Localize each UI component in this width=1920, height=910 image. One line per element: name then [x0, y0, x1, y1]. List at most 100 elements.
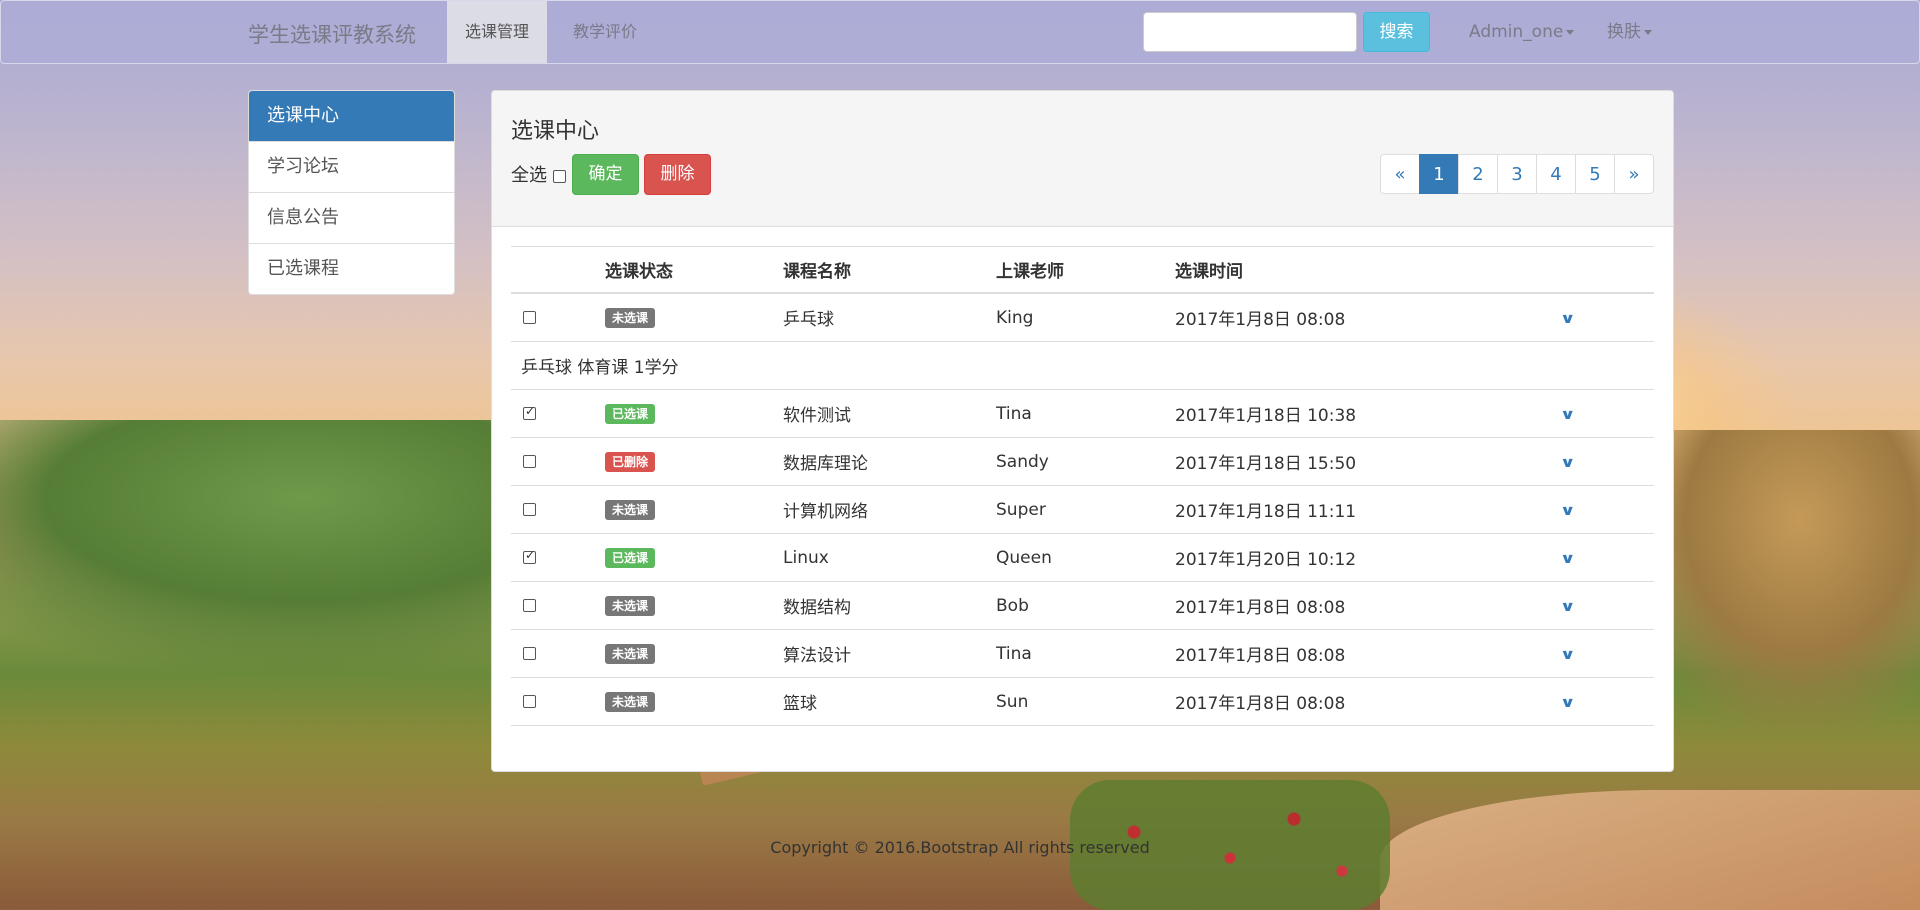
row-checkbox[interactable]	[523, 647, 536, 660]
row-expand-cell: ∨	[1560, 629, 1654, 678]
chevron-down-icon[interactable]: ∨	[1560, 695, 1576, 711]
chevron-down-icon[interactable]: ∨	[1560, 599, 1576, 615]
row-time: 2017年1月18日 15:50	[1175, 437, 1562, 486]
table-row[interactable]: 未选课 算法设计 Tina 2017年1月8日 08:08 ∨	[511, 629, 1654, 678]
select-all[interactable]: 全选	[511, 161, 566, 187]
pagination-page-4[interactable]: 4	[1536, 154, 1576, 194]
row-teacher: Tina	[996, 629, 1175, 678]
row-expand-cell: ∨	[1560, 485, 1654, 534]
user-menu-label: Admin_one	[1469, 22, 1564, 42]
row-select-cell	[511, 389, 605, 438]
row-course-name: Linux	[783, 533, 996, 582]
header-status: 选课状态	[605, 246, 783, 294]
row-time: 2017年1月8日 08:08	[1175, 293, 1562, 342]
row-teacher: Sun	[996, 677, 1175, 726]
header-time: 选课时间	[1175, 246, 1562, 294]
pagination-prev[interactable]: «	[1380, 154, 1420, 194]
row-teacher: Bob	[996, 581, 1175, 630]
row-status-cell: 未选课	[605, 485, 783, 534]
panel-heading: 选课中心 全选 确定 删除 « 1 2 3 4 5 »	[492, 91, 1673, 227]
brand-title[interactable]: 学生选课评教系统	[248, 19, 416, 49]
row-select-cell	[511, 629, 605, 678]
user-menu-dropdown[interactable]: Admin_one	[1469, 1, 1575, 63]
row-checkbox[interactable]	[523, 455, 536, 468]
table-row[interactable]: 未选课 篮球 Sun 2017年1月8日 08:08 ∨	[511, 677, 1654, 726]
confirm-button[interactable]: 确定	[572, 154, 639, 195]
row-select-cell	[511, 485, 605, 534]
sidebar-item-forum[interactable]: 学习论坛	[249, 141, 454, 192]
delete-button[interactable]: 删除	[644, 154, 711, 195]
table-row[interactable]: 已选课 LinuxQueen2017年1月20日 10:12∨	[511, 533, 1654, 582]
header-teacher: 上课老师	[996, 246, 1175, 294]
chevron-down-icon[interactable]: ∨	[1560, 455, 1576, 471]
pagination-page-5[interactable]: 5	[1575, 154, 1615, 194]
row-checkbox[interactable]	[523, 695, 536, 708]
status-badge: 未选课	[605, 308, 656, 328]
status-badge: 未选课	[605, 692, 656, 712]
row-detail: 乒乓球 体育课 1学分	[511, 341, 1654, 390]
skin-menu-dropdown[interactable]: 换肤	[1607, 1, 1652, 63]
row-detail-text: 乒乓球 体育课 1学分	[511, 341, 1654, 390]
row-time: 2017年1月8日 08:08	[1175, 677, 1562, 726]
row-status-cell: 已删除	[605, 437, 783, 486]
table-header-row: 选课状态 课程名称 上课老师 选课时间	[511, 246, 1654, 294]
row-select-cell	[511, 293, 605, 342]
row-course-name: 乒乓球	[783, 293, 996, 342]
row-expand-cell: ∨	[1560, 581, 1654, 630]
row-teacher: Tina	[996, 389, 1175, 438]
row-checkbox[interactable]	[523, 599, 536, 612]
row-expand-cell: ∨	[1560, 677, 1654, 726]
row-checkbox[interactable]	[523, 548, 536, 564]
row-select-cell	[511, 581, 605, 630]
search-input[interactable]	[1143, 12, 1357, 52]
skin-menu-label: 换肤	[1607, 22, 1641, 42]
row-expand-cell: ∨	[1560, 437, 1654, 486]
pagination-page-1[interactable]: 1	[1419, 154, 1459, 194]
pagination-page-3[interactable]: 3	[1497, 154, 1537, 194]
caret-down-icon	[1644, 29, 1652, 35]
row-checkbox[interactable]	[523, 311, 536, 324]
status-badge: 已删除	[605, 452, 656, 472]
row-time: 2017年1月18日 11:11	[1175, 485, 1562, 534]
row-status-cell: 已选课	[605, 389, 783, 438]
header-expand	[1562, 246, 1654, 294]
row-checkbox[interactable]	[523, 404, 536, 420]
table-row[interactable]: 未选课 计算机网络 Super 2017年1月18日 11:11 ∨	[511, 485, 1654, 534]
select-all-checkbox[interactable]	[552, 169, 566, 183]
row-course-name: 篮球	[783, 677, 996, 726]
table-row[interactable]: 已删除 数据库理论 Sandy 2017年1月18日 15:50 ∨	[511, 437, 1654, 486]
row-time: 2017年1月20日 10:12	[1175, 533, 1562, 582]
table-row[interactable]: 已选课 软件测试Tina2017年1月18日 10:38∨	[511, 389, 1654, 438]
sidebar: 选课中心 学习论坛 信息公告 已选课程	[248, 90, 455, 295]
chevron-down-icon[interactable]: ∨	[1560, 647, 1576, 663]
tab-teaching-evaluation[interactable]: 教学评价	[555, 1, 655, 63]
row-time: 2017年1月18日 10:38	[1175, 389, 1562, 438]
header-select	[511, 246, 605, 294]
sidebar-item-course-center[interactable]: 选课中心	[249, 91, 454, 141]
row-status-cell: 未选课	[605, 677, 783, 726]
tab-course-management[interactable]: 选课管理	[447, 1, 548, 63]
sidebar-item-selected-courses[interactable]: 已选课程	[249, 243, 454, 294]
row-checkbox[interactable]	[523, 503, 536, 516]
pagination-page-2[interactable]: 2	[1458, 154, 1498, 194]
row-expand-cell: ∨	[1560, 293, 1654, 342]
row-expand-cell: ∨	[1560, 389, 1654, 438]
chevron-down-icon[interactable]: ∨	[1560, 551, 1576, 567]
chevron-down-icon[interactable]: ∨	[1560, 311, 1576, 327]
pagination-next[interactable]: »	[1614, 154, 1654, 194]
search-button[interactable]: 搜索	[1363, 12, 1430, 52]
caret-down-icon	[1566, 29, 1575, 35]
table-row[interactable]: 未选课 乒乓球 King 2017年1月8日 08:08 ∨	[511, 293, 1654, 342]
chevron-down-icon[interactable]: ∨	[1560, 407, 1576, 423]
chevron-down-icon[interactable]: ∨	[1560, 503, 1576, 519]
select-all-label: 全选	[511, 165, 547, 186]
row-time: 2017年1月8日 08:08	[1175, 581, 1562, 630]
table-body: 未选课乒乓球King2017年1月8日 08:08∨乒乓球 体育课 1学分已选课…	[511, 293, 1654, 726]
top-navbar: 学生选课评教系统 选课管理 教学评价 搜索 Admin_one 换肤	[0, 0, 1920, 64]
row-status-cell: 未选课	[605, 293, 783, 342]
row-select-cell	[511, 533, 605, 582]
course-center-panel: 选课中心 全选 确定 删除 « 1 2 3 4 5 » 选课状态 课程名称 上课…	[491, 90, 1674, 772]
sidebar-item-announcements[interactable]: 信息公告	[249, 192, 454, 243]
status-badge: 未选课	[605, 596, 656, 616]
table-row[interactable]: 未选课 数据结构 Bob 2017年1月8日 08:08 ∨	[511, 581, 1654, 630]
